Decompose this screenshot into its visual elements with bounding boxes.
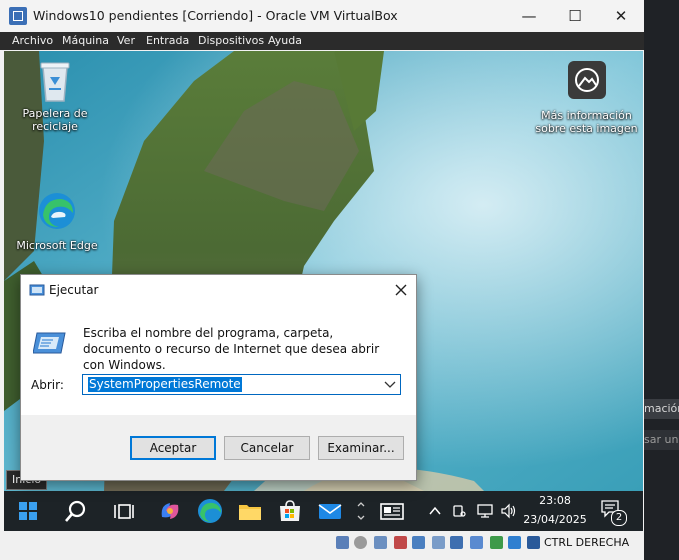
close-button[interactable]: ✕ [598,0,644,32]
chevron-updown-icon [357,502,365,520]
windows-taskbar: 23:08 23/04/2025 2 [4,491,643,531]
windows-logo-icon [19,502,37,520]
optical-drive-status-icon[interactable] [354,536,367,549]
network-icon [477,504,493,518]
more-info-shortcut[interactable]: Más información sobre esta imagen [534,61,639,135]
run-dialog-body: Escriba el nombre del programa, carpeta,… [21,305,416,415]
network-button[interactable] [476,503,494,519]
menu-maquina[interactable]: Máquina [62,34,109,47]
store-button[interactable] [276,497,304,525]
recycle-bin-shortcut[interactable]: Papelera de reciclaje [14,59,96,133]
edge-label: Microsoft Edge [16,239,98,252]
host-key-label[interactable]: CTRL DERECHA [544,536,629,549]
task-view-button[interactable] [110,497,138,525]
notifications-button[interactable]: 2 [600,499,627,526]
background-window-text-2: sar un r [644,430,679,450]
title-bar[interactable]: Windows10 pendientes [Corriendo] - Oracl… [0,0,644,32]
more-info-label: Más información sobre esta imagen [535,109,638,135]
cpu-status-icon[interactable] [490,536,503,549]
run-dialog-title: Ejecutar [49,283,99,297]
clock-date[interactable]: 23/04/2025 [522,513,588,526]
start-button[interactable] [14,497,42,525]
recycle-bin-label: Papelera de reciclaje [22,107,88,133]
edge-icon [198,499,222,523]
menu-ver[interactable]: Ver [117,34,135,47]
menu-dispositivos[interactable]: Dispositivos [198,34,264,47]
camera-icon [567,61,606,99]
keyboard-capture-status-icon[interactable] [527,536,540,549]
chevron-down-icon[interactable] [384,380,396,390]
tray-overflow-button[interactable] [428,503,442,517]
maximize-button[interactable]: ☐ [552,0,598,32]
open-input-value[interactable]: SystemPropertiesRemote [88,377,242,392]
accept-button[interactable]: Aceptar [130,436,216,460]
copilot-icon [161,503,179,519]
edge-icon [39,193,75,229]
menu-archivo[interactable]: Archivo [12,34,53,47]
chevron-up-icon [429,506,441,515]
run-icon [29,284,45,296]
news-widget-button[interactable] [378,497,406,525]
menu-bar: Archivo Máquina Ver Entrada Dispositivos… [0,32,644,50]
run-dialog-titlebar[interactable]: Ejecutar [21,275,416,305]
folder-icon [239,505,261,520]
task-view-icon [114,504,134,519]
browse-button[interactable]: Examinar... [318,436,404,460]
window-title: Windows10 pendientes [Corriendo] - Oracl… [33,8,398,23]
menu-entrada[interactable]: Entrada [146,34,189,47]
close-icon[interactable] [394,283,408,297]
open-combobox[interactable]: SystemPropertiesRemote [82,374,401,395]
clock-time[interactable]: 23:08 [522,494,588,507]
mouse-integration-status-icon[interactable] [508,536,521,549]
edge-taskbar-button[interactable] [196,497,224,525]
store-icon [280,500,300,521]
run-dialog: Ejecutar Escriba el nombre del programa,… [20,274,417,481]
edge-shortcut[interactable]: Microsoft Edge [14,191,100,252]
copilot-button[interactable] [156,497,184,525]
background-window: mación sar un r [644,0,679,560]
audio-status-icon[interactable] [374,536,387,549]
notification-badge: 2 [611,510,627,526]
usb-icon [453,505,466,517]
mail-button[interactable] [316,497,344,525]
usb-status-icon[interactable] [412,536,425,549]
tray-device-button[interactable] [452,503,466,519]
virtualbox-icon [9,7,27,25]
search-button[interactable] [62,497,90,525]
recording-status-icon[interactable] [470,536,483,549]
virtualbox-statusbar: CTRL DERECHA [0,531,644,560]
background-window-text-1: mación [644,399,679,419]
network-status-icon[interactable] [394,536,407,549]
cancel-button[interactable]: Cancelar [224,436,310,460]
file-explorer-button[interactable] [236,497,264,525]
volume-button[interactable] [500,503,518,519]
display-status-icon[interactable] [450,536,463,549]
run-dialog-description: Escriba el nombre del programa, carpeta,… [83,326,380,372]
shared-folders-status-icon[interactable] [432,536,445,549]
speaker-icon [501,503,516,519]
news-icon [380,503,404,520]
mail-icon [318,504,342,519]
open-label: Abrir: [31,378,64,392]
harddisk-status-icon[interactable] [336,536,349,549]
recycle-bin-icon [40,62,70,102]
menu-ayuda[interactable]: Ayuda [268,34,302,47]
minimize-button[interactable]: — [506,0,552,32]
run-program-icon [33,332,66,354]
taskbar-scroll[interactable] [356,499,366,523]
virtualbox-window: Windows10 pendientes [Corriendo] - Oracl… [0,0,644,560]
search-icon [65,500,86,522]
